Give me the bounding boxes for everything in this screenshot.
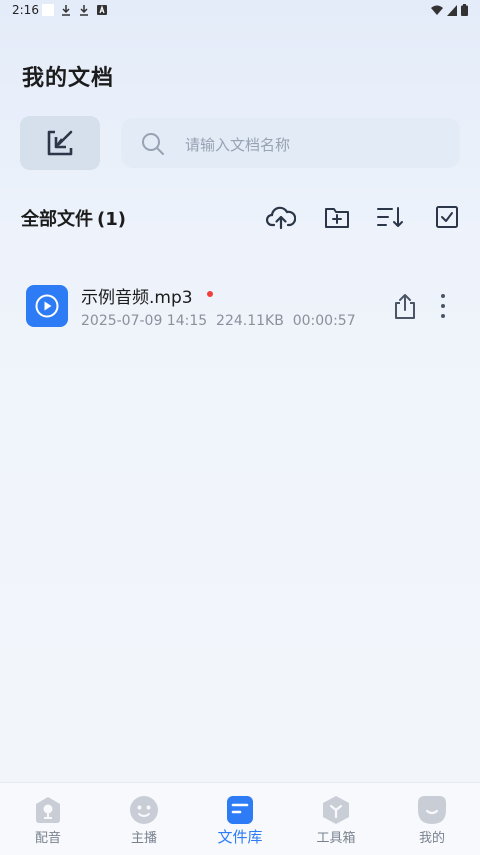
nav-item-profile[interactable]: 我的 [384, 783, 480, 855]
section-title-label: 全部文件 [21, 209, 93, 230]
more-dot [441, 314, 445, 318]
nav-item-dubbing[interactable]: 配音 [0, 783, 96, 855]
cloud-upload-icon [266, 206, 296, 230]
download-icon [62, 5, 70, 16]
file-library-icon [227, 796, 253, 824]
file-name: 示例音频.mp3 [81, 288, 193, 308]
play-icon [35, 294, 59, 318]
notification-icon [42, 4, 54, 16]
share-icon [395, 294, 415, 319]
new-folder-icon [325, 208, 349, 228]
page-title: 我的文档 [22, 66, 115, 91]
bottom-nav: 配音 主播 文件库 工具箱 我的 [0, 782, 480, 855]
nav-item-toolbox[interactable]: 工具箱 [288, 783, 384, 855]
audio-file-icon [26, 285, 68, 327]
toolbox-icon [323, 796, 349, 824]
wifi-icon [431, 5, 443, 15]
nav-item-file-library[interactable]: 文件库 [192, 783, 288, 855]
import-file-button[interactable] [20, 116, 100, 170]
nav-label: 我的 [418, 831, 445, 846]
new-indicator-dot [207, 291, 213, 297]
anchor-face-icon [130, 796, 158, 824]
select-all-icon [436, 206, 458, 228]
import-icon [47, 130, 73, 156]
section-title: 全部文件 (1) [21, 205, 126, 231]
status-time: 2:16 [12, 3, 39, 17]
signal-icon [447, 4, 457, 16]
download-icon [80, 5, 88, 16]
battery-icon [461, 4, 468, 16]
nav-label: 主播 [130, 831, 157, 846]
nav-label: 文件库 [217, 828, 263, 846]
cloud-upload-button[interactable] [266, 202, 296, 232]
search-placeholder: 请输入文档名称 [185, 136, 291, 154]
file-meta: 2025-07-09 14:15 224.11KB 00:00:57 [81, 313, 356, 329]
mic-icon [36, 797, 60, 823]
app-notification-icon [97, 5, 107, 15]
sort-button[interactable] [375, 202, 405, 232]
status-bar: 2:16 [0, 0, 480, 22]
profile-icon [418, 796, 446, 824]
more-dot [441, 304, 445, 308]
share-button[interactable] [392, 292, 418, 320]
file-list-item[interactable]: 示例音频.mp3 2025-07-09 14:15 224.11KB 00:00… [0, 270, 480, 342]
new-folder-button[interactable] [322, 202, 352, 232]
more-options-button[interactable] [435, 292, 451, 320]
more-dot [441, 294, 445, 298]
nav-label: 配音 [34, 831, 61, 846]
search-icon [142, 133, 164, 155]
search-input[interactable]: 请输入文档名称 [121, 118, 460, 168]
sort-icon [377, 207, 403, 227]
nav-label: 工具箱 [316, 831, 356, 846]
nav-item-anchor[interactable]: 主播 [96, 783, 192, 855]
select-button[interactable] [432, 202, 462, 232]
status-right [431, 3, 468, 17]
file-count: (1) [97, 209, 126, 230]
